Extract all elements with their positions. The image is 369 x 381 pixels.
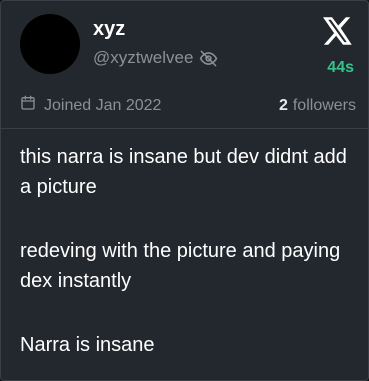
followers-count: 2: [278, 97, 288, 114]
tweet-paragraph: this narra is insane but dev didnt add a…: [20, 146, 347, 198]
x-logo-icon[interactable]: [323, 17, 353, 45]
handle-row: @xyztwelvee: [93, 47, 218, 69]
display-name[interactable]: xyz: [93, 17, 125, 41]
tweet-paragraph: Narra is insane: [20, 334, 155, 356]
tweet-body: this narra is insane but dev didnt add a…: [20, 142, 360, 360]
tweet-paragraph: redeving with the picture and paying dex…: [20, 240, 341, 292]
hidden-eye-icon: [199, 49, 218, 68]
followers-label: followers: [292, 97, 356, 114]
avatar[interactable]: [20, 14, 80, 74]
time-ago: 44s: [327, 59, 354, 76]
joined-text: Joined Jan 2022: [44, 97, 162, 114]
calendar-icon: [20, 95, 36, 117]
divider: [1, 128, 368, 129]
tweet-card: xyz @xyztwelvee 44s Joined Jan 2022 2 fo…: [0, 0, 369, 381]
joined-info: Joined Jan 2022: [20, 95, 161, 117]
handle[interactable]: @xyztwelvee: [93, 47, 193, 69]
followers-info[interactable]: 2 followers: [279, 96, 356, 116]
meta-row: Joined Jan 2022 2 followers: [20, 95, 356, 117]
